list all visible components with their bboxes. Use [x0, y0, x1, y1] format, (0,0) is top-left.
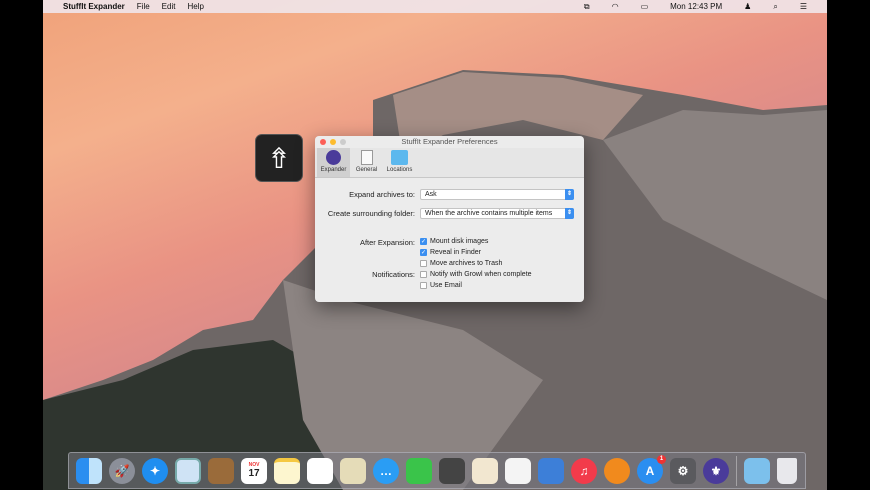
checkbox-label: Use Email [430, 282, 462, 289]
stuffit-app-icon[interactable]: ⇮ [255, 134, 303, 182]
general-switch-icon [360, 150, 373, 165]
dock-photo-booth-icon[interactable] [439, 457, 465, 484]
notification-center-icon[interactable]: ☰ [800, 2, 807, 11]
dock-messages-icon[interactable]: … [373, 457, 399, 484]
dock-reminders-icon[interactable] [307, 457, 333, 484]
expand-archives-label: Expand archives to: [349, 190, 415, 199]
dock-system-preferences-icon[interactable]: ⚙ [670, 457, 696, 484]
dock-ibooks-icon[interactable] [604, 457, 630, 484]
dock-pages-icon[interactable] [472, 457, 498, 484]
dock: 🚀 ✦ NOV 17 … ♫ A1 ⚙ ⚜ [68, 452, 806, 489]
notify-growl-checkbox[interactable]: Notify with Growl when complete [420, 271, 532, 278]
reveal-in-finder-checkbox[interactable]: ✓ Reveal in Finder [420, 249, 481, 256]
checkmark-icon: ✓ [420, 249, 427, 256]
calendar-day: 17 [248, 468, 260, 479]
battery-icon[interactable]: ▭ [641, 2, 649, 11]
move-to-trash-checkbox[interactable]: Move archives to Trash [420, 260, 502, 267]
dock-stuffit-icon[interactable]: ⚜ [703, 457, 729, 484]
mount-disk-images-checkbox[interactable]: ✓ Mount disk images [420, 238, 488, 245]
dock-numbers-icon[interactable] [505, 457, 531, 484]
tab-label: Locations [386, 167, 413, 173]
dock-downloads-folder-icon[interactable] [744, 457, 770, 484]
select-value: Ask [425, 191, 437, 198]
surrounding-folder-label: Create surrounding folder: [327, 209, 415, 218]
tab-label: General [355, 167, 378, 173]
tab-locations[interactable]: Locations [383, 148, 416, 177]
window-title: StuffIt Expander Preferences [401, 137, 498, 146]
desktop: StuffIt Expander File Edit Help ⧉ ◠ ▭ Mo… [43, 0, 827, 490]
clock[interactable]: Mon 12:43 PM [670, 2, 722, 11]
dock-notes-icon[interactable] [274, 457, 300, 484]
dock-calendar-icon[interactable]: NOV 17 [241, 457, 267, 484]
chevron-updown-icon: ⇕ [565, 189, 574, 200]
wifi-icon[interactable]: ◠ [612, 2, 619, 11]
checkbox-label: Reveal in Finder [430, 249, 481, 256]
menu-help[interactable]: Help [187, 2, 203, 11]
dock-finder-icon[interactable] [76, 457, 102, 484]
checkbox-label: Move archives to Trash [430, 260, 503, 267]
dock-maps-icon[interactable] [340, 457, 366, 484]
dock-trash-icon[interactable] [777, 457, 797, 484]
checkbox-label: Mount disk images [430, 238, 489, 245]
stuffit-icon [326, 150, 341, 165]
tab-general[interactable]: General [350, 148, 383, 177]
minimize-button[interactable] [330, 139, 336, 145]
dock-contacts-icon[interactable] [208, 457, 234, 484]
dock-itunes-icon[interactable]: ♫ [571, 457, 597, 484]
menu-bar: StuffIt Expander File Edit Help ⧉ ◠ ▭ Mo… [43, 0, 827, 13]
checkmark-icon: ✓ [420, 238, 427, 245]
select-value: When the archive contains multiple items [425, 210, 553, 217]
menu-edit[interactable]: Edit [162, 2, 176, 11]
tab-expander[interactable]: Expander [317, 148, 350, 177]
folder-icon [391, 150, 408, 165]
airplay-icon[interactable]: ⧉ [584, 2, 590, 12]
menu-app-name[interactable]: StuffIt Expander [63, 2, 125, 11]
notification-badge: 1 [657, 454, 666, 464]
dock-safari-icon[interactable]: ✦ [142, 457, 168, 484]
chevron-updown-icon: ⇕ [565, 208, 574, 219]
dock-separator [736, 455, 737, 486]
dock-facetime-icon[interactable] [406, 457, 432, 484]
notifications-label: Notifications: [372, 270, 415, 279]
dock-launchpad-icon[interactable]: 🚀 [109, 457, 135, 484]
checkbox-label: Notify with Growl when complete [430, 271, 532, 278]
use-email-checkbox[interactable]: Use Email [420, 282, 462, 289]
dock-mail-icon[interactable] [175, 457, 201, 484]
surrounding-folder-select[interactable]: When the archive contains multiple items… [420, 208, 574, 219]
expand-archives-select[interactable]: Ask ⇕ [420, 189, 574, 200]
preferences-window: StuffIt Expander Preferences Expander Ge… [315, 136, 584, 302]
dock-keynote-icon[interactable] [538, 457, 564, 484]
menu-file[interactable]: File [137, 2, 150, 11]
spotlight-search-icon[interactable]: ⌕ [773, 2, 777, 12]
close-button[interactable] [320, 139, 326, 145]
zoom-button[interactable] [340, 139, 346, 145]
after-expansion-label: After Expansion: [359, 238, 415, 247]
dock-app-store-icon[interactable]: A1 [637, 454, 666, 484]
tab-label: Expander [320, 167, 347, 173]
user-icon[interactable]: ♟ [744, 2, 751, 11]
